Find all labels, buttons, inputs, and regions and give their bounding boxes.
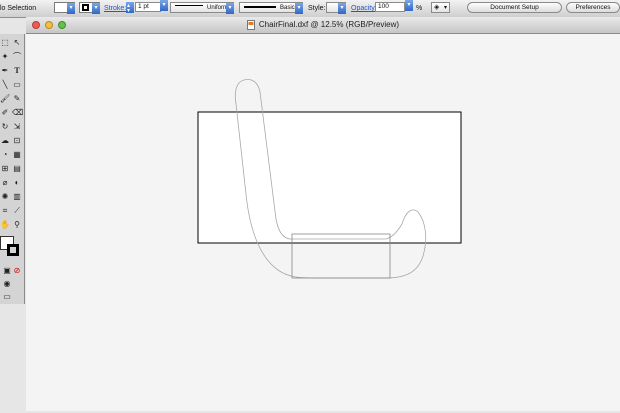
chevron-down-icon: ▾ (67, 3, 75, 14)
eraser-tool-icon[interactable]: ⌫ (12, 108, 23, 118)
slice-tool-icon[interactable]: ⟋ (12, 206, 22, 216)
brush-definition-dropdown[interactable]: Basic ▾ (239, 2, 303, 14)
symbol-sprayer-tool-icon[interactable]: ✺ (0, 192, 10, 202)
opacity-field[interactable]: 100 (375, 2, 405, 12)
hand-tool-icon[interactable]: ✋ (0, 220, 10, 230)
eyedropper-tool-icon[interactable]: ⌀ (0, 178, 10, 188)
brush-stroke-icon (244, 6, 276, 8)
magic-wand-tool-icon[interactable]: ✦ (0, 52, 10, 62)
brush-label: Basic (280, 5, 295, 11)
rotate-tool-icon[interactable]: ↻ (0, 122, 10, 132)
lasso-tool-icon[interactable]: ⌒ (12, 52, 22, 62)
scale-tool-icon[interactable]: ⇲ (12, 122, 22, 132)
warp-tool-icon[interactable]: ☁ (0, 136, 10, 146)
free-transform-tool-icon[interactable]: ⊡ (12, 136, 22, 146)
opacity-panel-link[interactable]: Opacity: (351, 3, 377, 15)
artboard-tool-icon[interactable]: ⌗ (0, 206, 10, 216)
chevron-down-icon: ▾ (444, 5, 448, 11)
blob-brush-tool-icon[interactable]: ✐ (0, 108, 10, 118)
selection-tool-icon[interactable]: ⬚ (0, 38, 10, 48)
none-color-icon[interactable]: ⊘ (12, 266, 22, 276)
stroke-weight-field[interactable]: 1 pt (135, 2, 161, 12)
gradient-tool-icon[interactable]: ▤ (12, 164, 22, 174)
chevron-down-icon: ▾ (92, 3, 100, 14)
recolor-artwork-dropdown[interactable]: ◈ ▾ (431, 2, 450, 13)
artwork-svg[interactable] (26, 34, 620, 411)
screen-mode-icon[interactable]: ▭ (2, 292, 12, 302)
draw-mode-icon[interactable]: ◉ (2, 279, 12, 289)
profile-label: Uniform (207, 5, 229, 11)
chevron-down-icon: ▾ (295, 3, 303, 14)
mesh-tool-icon[interactable]: ⊞ (0, 164, 10, 174)
style-label: Style: (308, 5, 326, 12)
pencil-tool-icon[interactable]: ✎ (12, 94, 22, 104)
chevron-down-icon: ▾ (338, 3, 346, 14)
opacity-unit: % (416, 5, 423, 12)
rectangle-tool-icon[interactable]: ▭ (12, 80, 22, 90)
stroke-weight-stepper[interactable]: ▴ ▾ (126, 2, 134, 14)
blend-tool-icon[interactable]: ◐ (12, 178, 22, 188)
fill-stroke-swatch[interactable] (0, 236, 22, 260)
profile-line-icon (175, 5, 203, 6)
artboard-canvas[interactable] (26, 34, 620, 411)
shape-builder-tool-icon[interactable]: ◔ (0, 150, 10, 160)
type-tool-icon[interactable]: T (12, 66, 22, 76)
stroke-weight-dropdown-icon[interactable]: ▾ (160, 0, 168, 11)
perspective-grid-tool-icon[interactable]: ▦ (12, 150, 22, 160)
chevron-down-icon: ▾ (226, 3, 234, 14)
tools-panel: ⬚ ↖ ✦ ⌒ ✒ T ╲ ▭ 🖌 ✎ ✐ ⌫ ↻ ⇲ ☁ ⊡ ◔ ▦ ⊞ ▤ … (0, 34, 25, 304)
variable-width-profile-dropdown[interactable]: Uniform ▾ (170, 2, 234, 14)
stroke-swatch[interactable] (7, 244, 19, 256)
column-graph-tool-icon[interactable]: ▥ (12, 192, 22, 202)
selection-status-label: lo Selection (0, 5, 37, 12)
zoom-tool-icon[interactable]: ⚲ (12, 220, 22, 230)
preferences-button[interactable]: Preferences (566, 2, 620, 13)
control-bar: lo Selection ▾ ▾ Stroke: ▴ ▾ 1 pt ▾ Unif… (0, 0, 620, 18)
pen-tool-icon[interactable]: ✒ (0, 66, 10, 76)
graphic-style-dropdown[interactable]: ▾ (326, 2, 346, 14)
document-title: ChairFinal.dxf @ 12.5% (RGB/Preview) (258, 20, 400, 29)
stroke-color-dropdown[interactable]: ▾ (79, 2, 100, 14)
chevron-down-icon: ▾ (127, 8, 131, 14)
document-titlebar: ChairFinal.dxf @ 12.5% (RGB/Preview) (26, 17, 620, 34)
stroke-panel-link[interactable]: Stroke: (104, 3, 126, 15)
color-mode-icon[interactable]: ▣ (2, 266, 12, 276)
line-segment-tool-icon[interactable]: ╲ (0, 80, 10, 90)
document-file-icon (246, 20, 255, 30)
document-title-area: ChairFinal.dxf @ 12.5% (RGB/Preview) (26, 17, 620, 33)
document-setup-button[interactable]: Document Setup (467, 2, 562, 13)
fill-color-dropdown[interactable]: ▾ (54, 2, 75, 14)
opacity-dropdown-icon[interactable]: ▾ (405, 0, 413, 11)
direct-selection-tool-icon[interactable]: ↖ (12, 38, 22, 48)
artboard-rectangle[interactable] (197, 111, 462, 244)
paintbrush-tool-icon[interactable]: 🖌 (0, 94, 10, 104)
stroke-swatch-icon (82, 4, 89, 11)
document-window: ChairFinal.dxf @ 12.5% (RGB/Preview) (26, 17, 620, 411)
recolor-icon: ◈ (434, 4, 440, 11)
